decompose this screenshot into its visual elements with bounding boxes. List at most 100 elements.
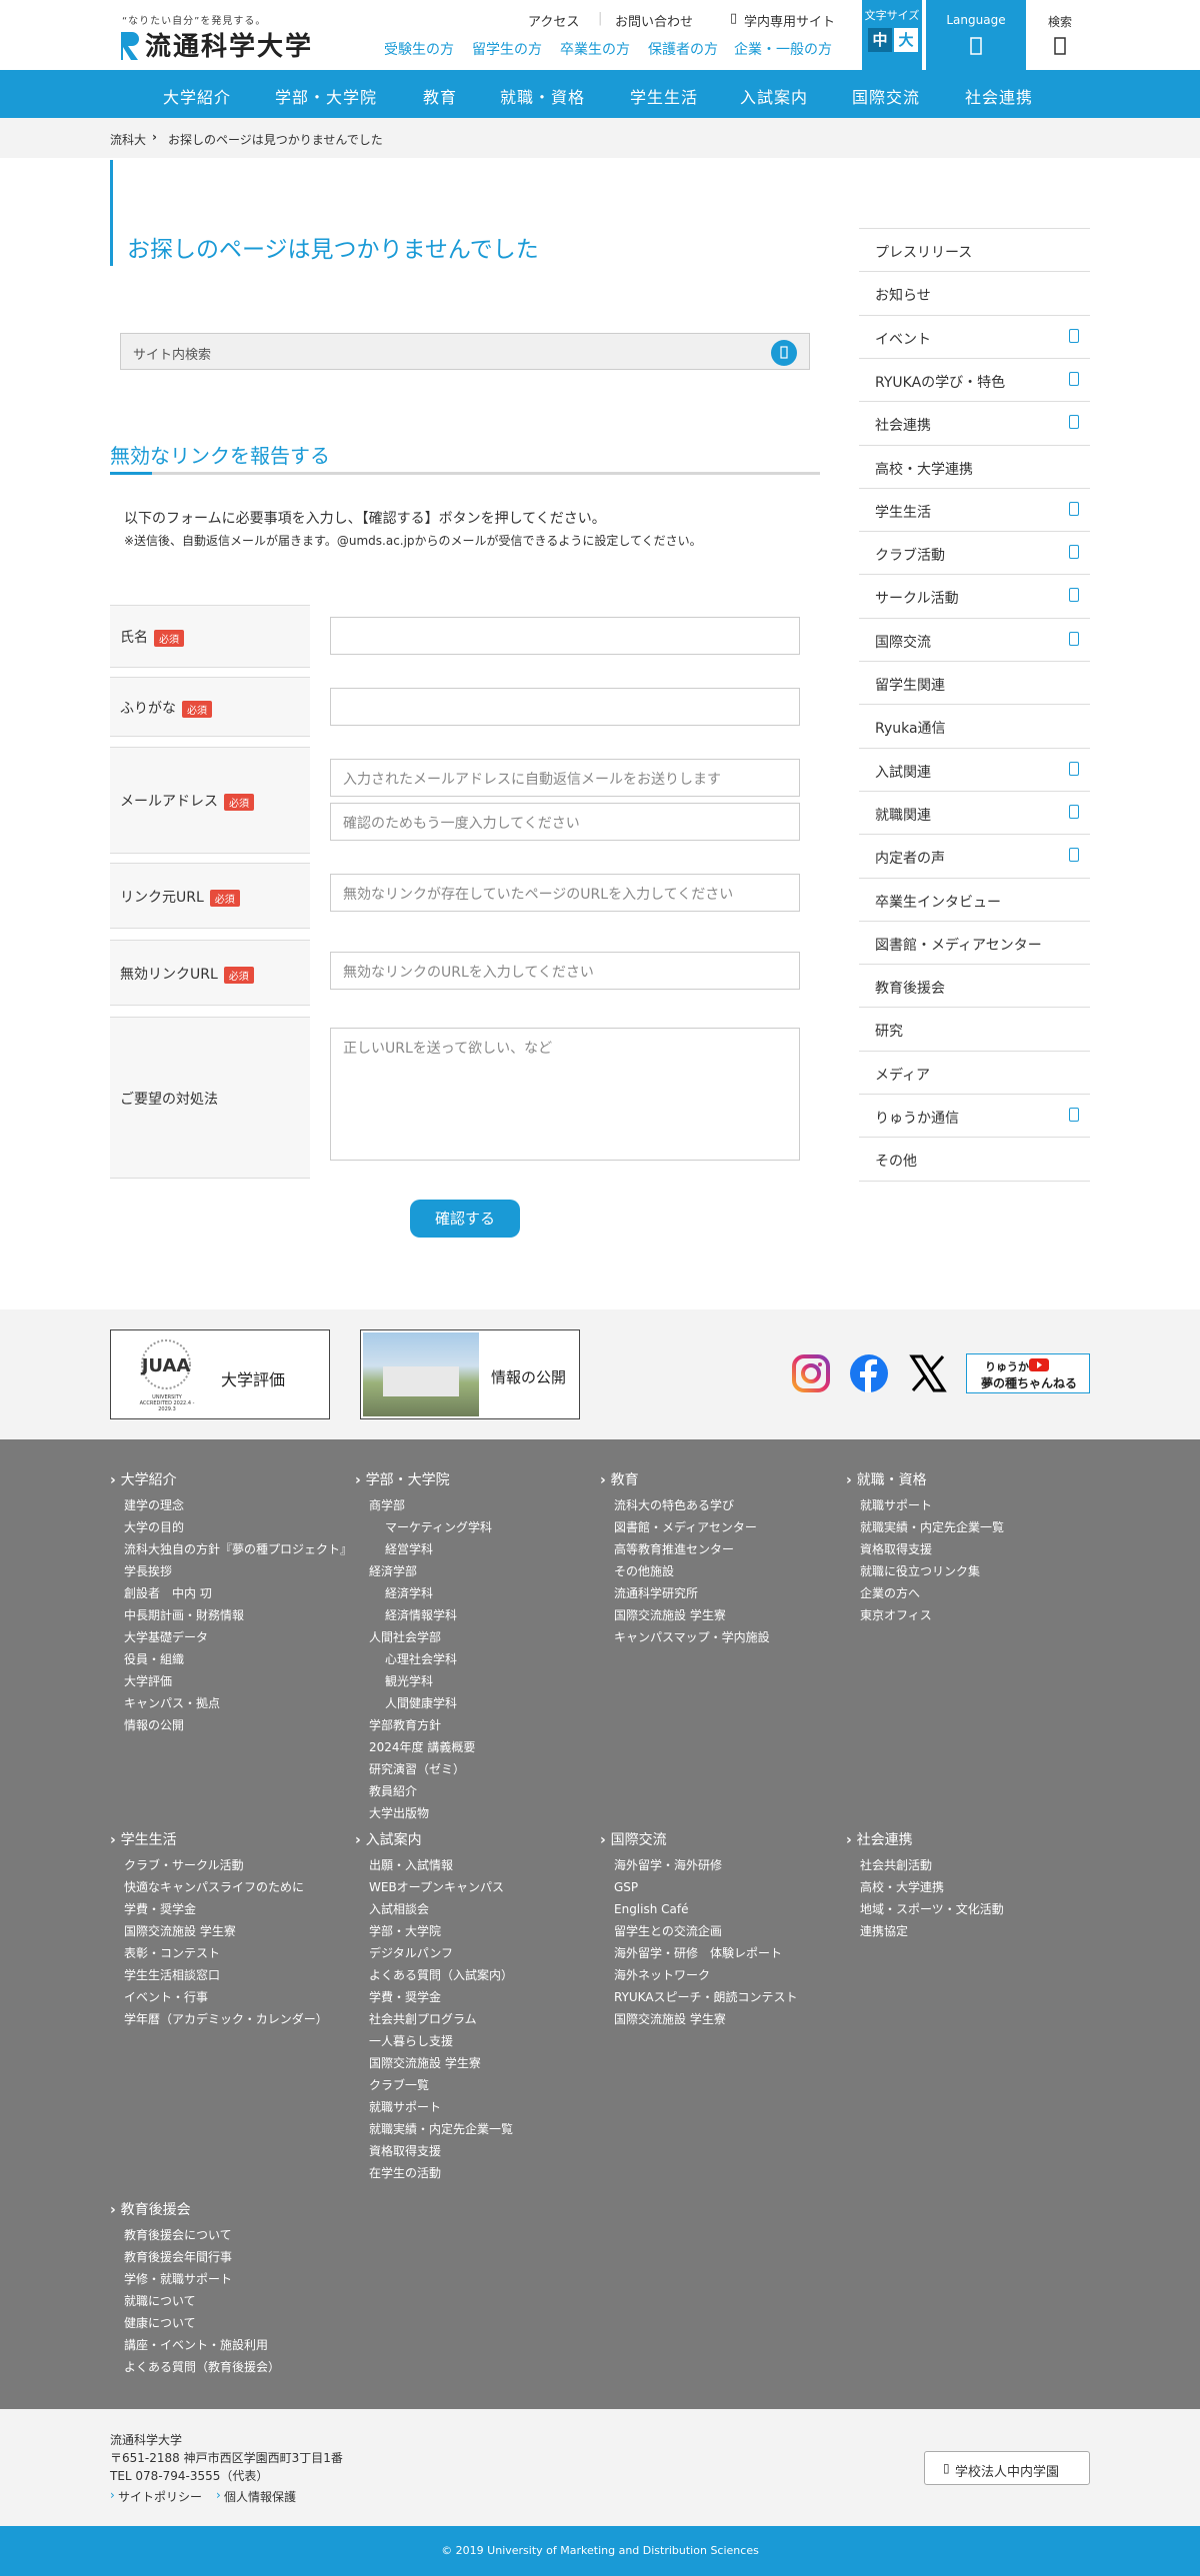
sidebar-item[interactable]: 就職関連 [859,790,1090,834]
expand-icon[interactable] [1069,848,1079,863]
expand-icon[interactable] [1069,804,1079,819]
kana-input[interactable] [330,688,800,726]
sitemap-link[interactable]: 学修・就職サポート [110,2268,340,2290]
site-policy-link[interactable]: サイトポリシー [118,2488,202,2505]
sitemap-link[interactable]: 学生生活相談窓口 [110,1964,340,1986]
sitemap-heading[interactable]: 入試案内 [355,1829,585,1849]
audience-link-alumni[interactable]: 卒業生の方 [560,39,630,59]
sitemap-link[interactable]: 快適なキャンパスライフのために [110,1876,340,1898]
sidebar-item[interactable]: 研究 [859,1007,1090,1050]
sitemap-link[interactable]: 心理社会学科 [355,1648,585,1670]
sitemap-link[interactable]: よくある質問（教育後援会） [110,2356,340,2378]
nav-item-about[interactable]: 大学紹介 [163,84,231,108]
sitemap-link[interactable]: RYUKAスピーチ・朗読コンテスト [600,1986,830,2008]
sitemap-link[interactable]: 流科大の特色ある学び [600,1494,830,1516]
expand-icon[interactable] [1069,501,1079,516]
nav-item-career[interactable]: 就職・資格 [500,84,585,108]
sitemap-link[interactable]: English Café [600,1898,830,1920]
sitemap-link[interactable]: 人間健康学科 [355,1692,585,1714]
sitemap-link[interactable]: 経済情報学科 [355,1604,585,1626]
sitemap-link[interactable]: キャンパス・拠点 [110,1692,340,1714]
audience-link-business[interactable]: 企業・一般の方 [734,39,832,59]
sitemap-link[interactable]: 講座・イベント・施設利用 [110,2334,340,2356]
sitemap-link[interactable]: キャンパスマップ・学内施設 [600,1626,830,1648]
sitemap-link[interactable]: よくある質問（入試案内） [355,1964,585,1986]
font-size-large-button[interactable]: 大 [894,28,918,52]
sidebar-item[interactable]: プレスリリース [859,228,1090,271]
sidebar-item[interactable]: 入試関連 [859,747,1090,791]
name-input[interactable] [330,617,800,655]
sitemap-link[interactable]: 商学部 [355,1494,585,1516]
sitemap-link[interactable]: 学長挨拶 [110,1560,340,1582]
intranet-link[interactable]: 学内専用サイト [744,11,835,30]
sitemap-link[interactable]: 社会共創プログラム [355,2008,585,2030]
sitemap-link[interactable]: 情報の公開 [110,1714,340,1736]
sidebar-item[interactable]: その他 [859,1137,1090,1180]
sitemap-link[interactable]: 2024年度 講義概要 [355,1736,585,1758]
sidebar-item[interactable]: 教育後援会 [859,964,1090,1007]
invalid-url-input[interactable]: 無効なリンクのURLを入力してください [330,952,800,990]
sitemap-link[interactable]: 大学の目的 [110,1516,340,1538]
sitemap-link[interactable]: 就職サポート [846,1494,1076,1516]
accreditation-banner[interactable]: JUAA UNIVERSITY ACCREDITED 2022.4 - 2029… [110,1329,330,1419]
sitemap-link[interactable]: 観光学科 [355,1670,585,1692]
facebook-icon[interactable] [849,1353,889,1393]
sitemap-link[interactable]: 学費・奨学金 [355,1986,585,2008]
x-icon[interactable] [908,1353,948,1393]
sitemap-link[interactable]: 社会共創活動 [846,1854,1076,1876]
sidebar-item[interactable]: 国際交流 [859,617,1090,661]
sitemap-link[interactable]: 就職に役立つリンク集 [846,1560,1076,1582]
nav-item-student-life[interactable]: 学生生活 [630,84,698,108]
sitemap-link[interactable]: 国際交流施設 学生寮 [600,2008,830,2030]
instagram-icon[interactable] [791,1353,831,1393]
sidebar-item[interactable]: 学生生活 [859,487,1090,531]
sitemap-link[interactable]: 経済学部 [355,1560,585,1582]
sitemap-link[interactable]: 学年暦（アカデミック・カレンダー） [110,2008,340,2030]
access-link[interactable]: アクセス [528,11,579,30]
disclosure-banner[interactable]: 情報の公開 [360,1329,580,1419]
sitemap-link[interactable]: 国際交流施設 学生寮 [355,2052,585,2074]
sitemap-link[interactable]: 流通科学研究所 [600,1582,830,1604]
sitemap-link[interactable]: 就職実績・内定先企業一覧 [846,1516,1076,1538]
breadcrumb-home[interactable]: 流科大 [110,131,146,148]
sitemap-link[interactable]: 創設者 中内 㓛 [110,1582,340,1604]
site-logo[interactable]: “なりたい自分”を発見する。 流通科学大学 [118,12,358,62]
corporation-button[interactable]: ▯ 学校法人中内学園 [924,2451,1090,2485]
sitemap-heading[interactable]: 教育 [600,1469,830,1489]
sidebar-item[interactable]: 社会連携 [859,401,1090,444]
sidebar-item[interactable]: RYUKAの学び・特色 [859,357,1090,401]
sitemap-link[interactable]: 流科大独自の方針『夢の種プロジェクト』 [110,1538,352,1560]
sitemap-link[interactable]: 経営学科 [355,1538,585,1560]
nav-item-admissions[interactable]: 入試案内 [740,84,808,108]
sitemap-link[interactable]: 大学基礎データ [110,1626,340,1648]
sitemap-link[interactable]: 海外留学・研修 体験レポート [600,1942,830,1964]
language-button[interactable]: Language [926,0,1026,70]
sitemap-link[interactable]: マーケティング学科 [355,1516,585,1538]
expand-icon[interactable] [1069,588,1079,603]
sitemap-link[interactable]: 国際交流施設 学生寮 [110,1920,340,1942]
sitemap-link[interactable]: 就職実績・内定先企業一覧 [355,2118,585,2140]
sidebar-item[interactable]: 高校・大学連携 [859,444,1090,488]
sitemap-link[interactable]: 経済学科 [355,1582,585,1604]
sitemap-link[interactable]: 図書館・メディアセンター [600,1516,830,1538]
sitemap-link[interactable]: 就職について [110,2290,340,2312]
sidebar-item[interactable]: クラブ活動 [859,531,1090,574]
sitemap-link[interactable]: 役員・組織 [110,1648,340,1670]
sitemap-link[interactable]: クラブ一覧 [355,2074,585,2096]
expand-icon[interactable] [1069,761,1079,776]
sitemap-link[interactable]: 大学出版物 [355,1802,585,1824]
sitemap-link[interactable]: 教員紹介 [355,1780,585,1802]
expand-icon[interactable] [1069,545,1079,560]
sitemap-link[interactable]: 学部・大学院 [355,1920,585,1942]
sidebar-item[interactable]: 卒業生インタビュー [859,877,1090,921]
sitemap-link[interactable]: デジタルパンフ [355,1942,585,1964]
sitemap-link[interactable]: 人間社会学部 [355,1626,585,1648]
sitemap-link[interactable]: 地域・スポーツ・文化活動 [846,1898,1076,1920]
sitemap-link[interactable]: 海外ネットワーク [600,1964,830,1986]
sitemap-link[interactable]: イベント・行事 [110,1986,340,2008]
sidebar-item[interactable]: Ryuka通信 [859,704,1090,747]
sitemap-heading[interactable]: 大学紹介 [110,1469,340,1489]
font-size-medium-button[interactable]: 中 [868,28,892,52]
sitemap-link[interactable]: 出願・入試情報 [355,1854,585,1876]
sitemap-link[interactable]: 研究演習（ゼミ） [355,1758,585,1780]
